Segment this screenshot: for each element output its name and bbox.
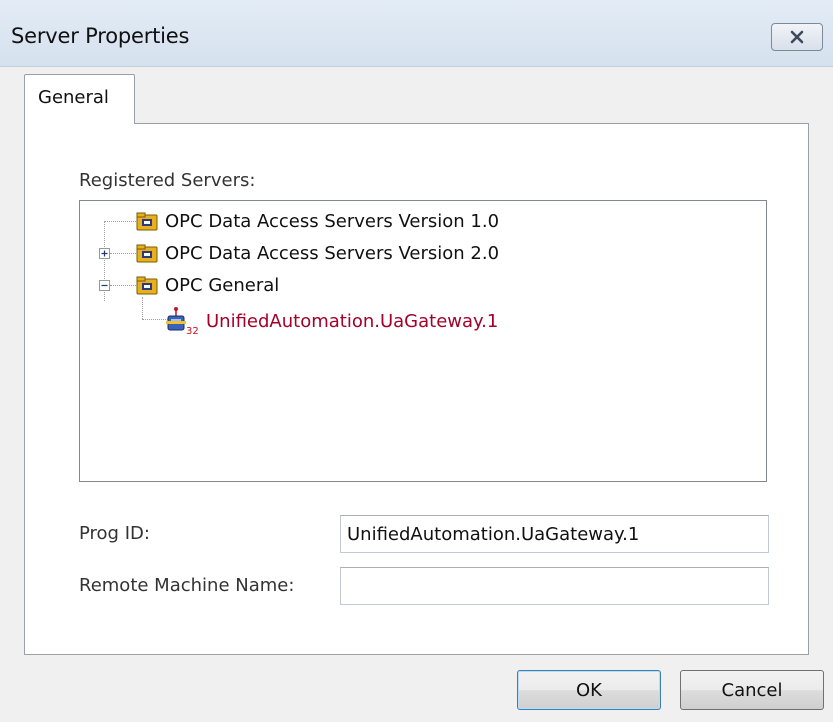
remote-machine-name-field[interactable] [340,567,769,605]
close-button[interactable] [771,23,823,51]
registered-servers-label: Registered Servers: [79,170,256,191]
opc-server-icon: 32 [166,307,199,336]
tree-connector-line [142,297,143,319]
folder-icon [136,276,158,294]
tree-item-label: UnifiedAutomation.UaGateway.1 [206,310,499,332]
tree-connector-line [142,319,168,320]
expand-button[interactable] [99,248,110,259]
close-x-icon [790,30,804,44]
title-bar[interactable]: Server Properties [0,0,833,67]
server-properties-dialog: Server Properties General Registered Ser… [0,0,833,722]
ok-button[interactable]: OK [517,670,661,710]
folder-icon [136,212,158,230]
prog-id-field[interactable] [340,515,769,553]
tree-item-label: OPC Data Access Servers Version 1.0 [165,210,500,232]
tree-connector-line [110,253,136,254]
tab-general[interactable]: General [24,74,135,124]
tree-item-opc-general[interactable]: OPC General [136,272,279,298]
tab-general-label: General [38,87,109,108]
tree-item-opc-da-v2[interactable]: OPC Data Access Servers Version 2.0 [136,240,499,266]
window-title: Server Properties [11,24,190,48]
folder-icon [136,244,158,262]
tree-item-opc-da-v1[interactable]: OPC Data Access Servers Version 1.0 [136,208,499,234]
cancel-button[interactable]: Cancel [680,670,824,710]
registered-servers-tree[interactable]: OPC Data Access Servers Version 1.0 OPC … [79,200,767,482]
remote-machine-name-label: Remote Machine Name: [79,575,295,596]
collapse-button[interactable] [99,280,110,291]
tree-connector-line [110,285,136,286]
tree-item-label: OPC General [165,274,280,296]
prog-id-label: Prog ID: [79,523,150,544]
server-icon-badge: 32 [186,326,199,336]
tree-connector-line [104,221,136,222]
tree-item-uagateway[interactable]: 32 UnifiedAutomation.UaGateway.1 [166,305,498,337]
tree-item-label: OPC Data Access Servers Version 2.0 [165,242,500,264]
